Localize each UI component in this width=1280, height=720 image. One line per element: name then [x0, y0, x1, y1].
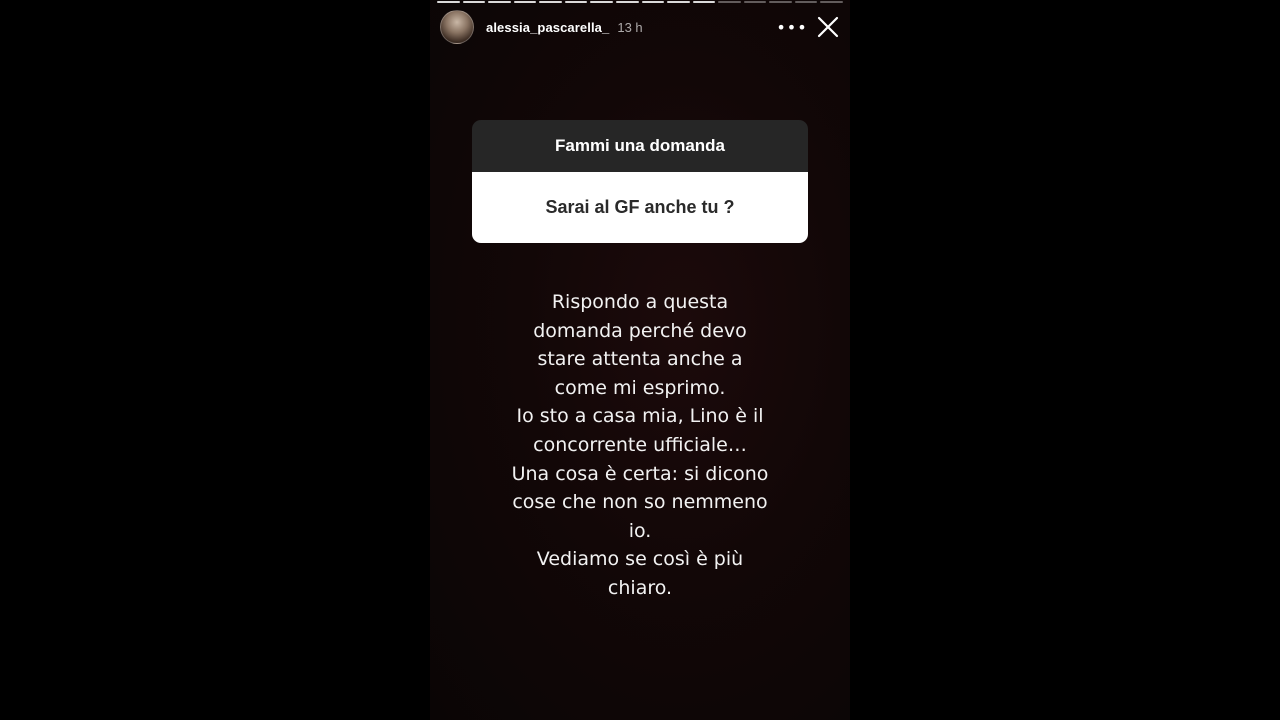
message-line: domanda perché devo: [533, 319, 747, 342]
progress-segment: [488, 1, 511, 3]
question-sticker-question: Sarai al GF anche tu ?: [472, 172, 808, 243]
progress-segment: [667, 1, 690, 3]
progress-segment: [564, 1, 588, 3]
story-message-text: Rispondo a questa domanda perché devo star…: [490, 288, 790, 603]
more-options-button[interactable]: •••: [776, 13, 808, 41]
story-header: alessia_pascarella_ 13 h •••: [440, 10, 842, 44]
message-line: Una cosa è certa: si dicono: [511, 462, 769, 485]
more-icon: •••: [776, 17, 808, 37]
message-line: io.: [628, 519, 652, 542]
message-line: come mi esprimo.: [554, 376, 726, 399]
progress-segment: [641, 1, 665, 3]
story-progress-bar: [437, 1, 843, 4]
progress-segment: [437, 1, 460, 3]
avatar[interactable]: [440, 10, 474, 44]
progress-segment: [769, 1, 792, 3]
message-line: stare attenta anche a: [537, 348, 743, 371]
message-line: Vediamo se così è più: [536, 548, 744, 571]
message-line: cose che non so nemmeno: [512, 491, 768, 514]
post-time: 13 h: [617, 19, 643, 35]
question-sticker: Fammi una domanda Sarai al GF anche tu ?: [472, 120, 808, 243]
viewport: alessia_pascarella_ 13 h ••• Fammi una d…: [0, 0, 1280, 720]
progress-segment: [718, 1, 741, 3]
question-sticker-title: Fammi una domanda: [472, 120, 808, 172]
close-icon: [817, 16, 839, 38]
progress-segment: [590, 1, 613, 3]
story-viewer[interactable]: alessia_pascarella_ 13 h ••• Fammi una d…: [430, 0, 850, 720]
message-line: concorrente ufficiale…: [533, 433, 747, 456]
progress-segment: [820, 1, 843, 3]
progress-segment: [743, 1, 767, 3]
progress-segment: [615, 1, 639, 3]
progress-segment: [539, 1, 562, 3]
username[interactable]: alessia_pascarella_: [486, 20, 609, 35]
progress-segment: [692, 1, 716, 3]
progress-segment: [462, 1, 486, 3]
message-line: chiaro.: [607, 576, 673, 599]
close-button[interactable]: [814, 13, 842, 41]
progress-segment: [794, 1, 818, 3]
message-line: Io sto a casa mia, Lino è il: [516, 405, 764, 428]
message-line: Rispondo a questa: [551, 291, 729, 313]
progress-segment: [513, 1, 537, 3]
